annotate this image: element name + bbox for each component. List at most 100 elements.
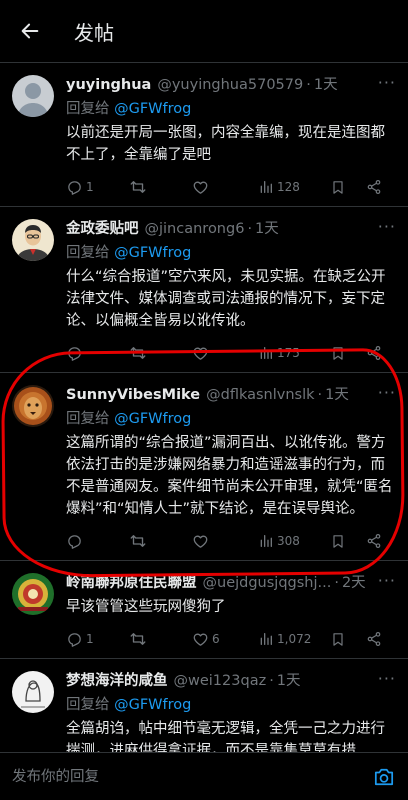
views-button[interactable]: 175 — [258, 345, 330, 361]
lion-avatar-icon — [12, 385, 54, 427]
avatar[interactable] — [12, 385, 54, 427]
bookmark-button[interactable] — [330, 179, 366, 196]
reply-input[interactable] — [0, 756, 360, 797]
bookmark-icon — [333, 180, 343, 194]
reply-post[interactable]: ··· yuyinghua @yuyinghua570579 · 1天 回复给 … — [0, 63, 408, 207]
reply-context: 回复给 @GFWfrog — [66, 407, 396, 428]
share-button[interactable] — [366, 179, 390, 195]
mention-link[interactable]: @GFWfrog — [114, 697, 191, 713]
post-time[interactable]: 1天 — [255, 217, 279, 238]
action-bar: 1 6 1,072 — [66, 620, 396, 658]
views-icon — [260, 181, 272, 193]
reply-button[interactable]: 1 — [66, 179, 129, 196]
like-icon — [193, 535, 208, 548]
like-button[interactable]: 6 — [192, 631, 258, 648]
view-count: 175 — [277, 346, 300, 360]
action-bar: 308 — [66, 522, 396, 560]
mention-link[interactable]: @GFWfrog — [114, 245, 191, 261]
reply-icon — [68, 632, 81, 647]
reply-prefix: 回复给 — [66, 101, 110, 117]
avatar[interactable] — [12, 671, 54, 713]
views-button[interactable]: 308 — [258, 533, 330, 549]
author-name[interactable]: yuyinghua — [66, 77, 151, 93]
share-icon — [367, 534, 381, 548]
like-count: 6 — [212, 632, 220, 646]
separator-dot: · — [306, 77, 311, 93]
share-icon — [367, 346, 381, 360]
action-bar: 175 — [66, 334, 396, 372]
reply-post[interactable]: ··· SunnyVibesMike @dflkasnlvnslk · 1天 回… — [0, 373, 408, 561]
page-title: 发帖 — [74, 20, 114, 45]
like-button[interactable] — [192, 179, 258, 196]
portrait-avatar-icon — [12, 219, 54, 261]
reply-context: 回复给 @GFWfrog — [66, 241, 396, 262]
camera-button[interactable] — [360, 753, 408, 800]
reply-context: 回复给 @GFWfrog — [66, 693, 396, 714]
reply-button[interactable]: 1 — [66, 631, 129, 648]
share-button[interactable] — [366, 631, 390, 647]
avatar[interactable] — [12, 573, 54, 615]
retweet-icon — [130, 181, 146, 193]
reply-count: 1 — [86, 632, 94, 646]
mention-link[interactable]: @GFWfrog — [114, 101, 191, 117]
retweet-button[interactable] — [129, 344, 192, 362]
retweet-button[interactable] — [129, 532, 192, 550]
reply-context: 回复给 @GFWfrog — [66, 97, 396, 118]
share-icon — [367, 180, 381, 194]
more-options-button[interactable]: ··· — [378, 669, 396, 688]
views-button[interactable]: 128 — [258, 179, 330, 195]
like-icon — [193, 347, 208, 360]
author-handle[interactable]: @yuyinghua570579 — [157, 77, 303, 93]
post-text: 什么“综合报道”空穴来风，未见实据。在缺乏公开法律文件、媒体调查或司法通报的情况… — [66, 269, 386, 329]
post-time[interactable]: 1天 — [325, 383, 349, 404]
views-icon — [260, 535, 272, 547]
back-arrow-icon — [21, 23, 39, 39]
default-avatar-icon — [12, 75, 54, 117]
author-name[interactable]: SunnyVibesMike — [66, 387, 200, 403]
author-handle[interactable]: @uejdgusjqgshj... — [203, 575, 332, 591]
share-icon — [367, 632, 381, 646]
post-time[interactable]: 2天 — [342, 571, 366, 592]
like-button[interactable] — [192, 533, 258, 550]
bookmark-button[interactable] — [330, 631, 366, 648]
reply-post[interactable]: ··· 金政委贴吧 @jincanrong6 · 1天 回复给 @GFWfrog… — [0, 207, 408, 373]
reply-post[interactable]: ··· 梦想海洋的咸鱼 @wei123qaz · 1天 回复给 @GFWfrog… — [0, 659, 408, 752]
author-name[interactable]: 岭南聯邦原住民聯盟 — [66, 571, 197, 592]
post-text: 这篇所谓的“综合报道”漏洞百出、以讹传讹。警方依法打击的是涉嫌网络暴力和造谣滋事… — [66, 435, 393, 517]
separator-dot: · — [317, 387, 323, 403]
author-handle[interactable]: @dflkasnlvnslk — [206, 387, 314, 403]
author-name[interactable]: 梦想海洋的咸鱼 — [66, 669, 168, 690]
reply-prefix: 回复给 — [66, 411, 110, 427]
separator-dot: · — [269, 673, 274, 689]
more-options-button[interactable]: ··· — [378, 73, 396, 92]
avatar[interactable] — [12, 219, 54, 261]
post-time[interactable]: 1天 — [314, 73, 338, 94]
back-button[interactable] — [0, 0, 60, 62]
bookmark-button[interactable] — [330, 533, 366, 550]
more-options-button[interactable]: ··· — [378, 217, 396, 236]
avatar[interactable] — [12, 75, 54, 117]
author-name[interactable]: 金政委贴吧 — [66, 217, 139, 238]
reply-icon — [68, 346, 81, 361]
retweet-icon — [130, 633, 146, 645]
more-options-button[interactable]: ··· — [378, 571, 396, 590]
views-button[interactable]: 1,072 — [258, 631, 330, 647]
mention-link[interactable]: @GFWfrog — [114, 411, 191, 427]
more-options-button[interactable]: ··· — [378, 383, 396, 402]
like-icon — [193, 181, 208, 194]
view-count: 128 — [277, 180, 300, 194]
retweet-button[interactable] — [129, 178, 192, 196]
share-button[interactable] — [366, 345, 390, 361]
retweet-button[interactable] — [129, 630, 192, 648]
author-handle[interactable]: @wei123qaz — [174, 673, 267, 689]
reply-button[interactable] — [66, 533, 129, 550]
post-time[interactable]: 1天 — [277, 669, 301, 690]
share-button[interactable] — [366, 533, 390, 549]
bookmark-icon — [333, 534, 343, 548]
action-bar: 1 128 — [66, 168, 396, 206]
reply-button[interactable] — [66, 345, 129, 362]
author-handle[interactable]: @jincanrong6 — [145, 221, 245, 237]
bookmark-button[interactable] — [330, 345, 366, 362]
reply-post[interactable]: ··· 岭南聯邦原住民聯盟 @uejdgusjqgshj... · 2天 早该管… — [0, 561, 408, 659]
like-button[interactable] — [192, 345, 258, 362]
